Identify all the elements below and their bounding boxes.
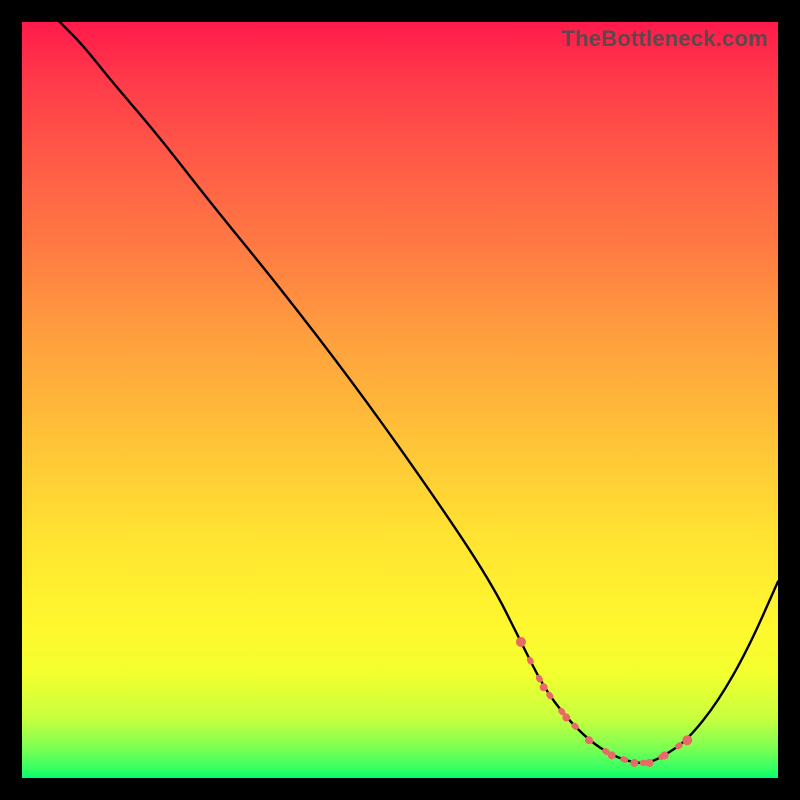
optimal-band-dot [630, 759, 638, 767]
chart-svg [22, 22, 778, 778]
plot-area: TheBottleneck.com [22, 22, 778, 778]
optimal-band-dot [516, 637, 526, 647]
optimal-band-dot [645, 759, 653, 767]
optimal-band-dot [608, 751, 616, 759]
optimal-band-dot [540, 683, 548, 691]
bottleneck-curve [60, 22, 778, 763]
optimal-band-dot [562, 714, 570, 722]
optimal-band-markers [516, 637, 692, 767]
optimal-band-dot [585, 736, 593, 744]
optimal-band-dot [682, 735, 692, 745]
optimal-band-dot [661, 751, 669, 759]
optimal-band-line [521, 642, 687, 763]
chart-frame: TheBottleneck.com [0, 0, 800, 800]
